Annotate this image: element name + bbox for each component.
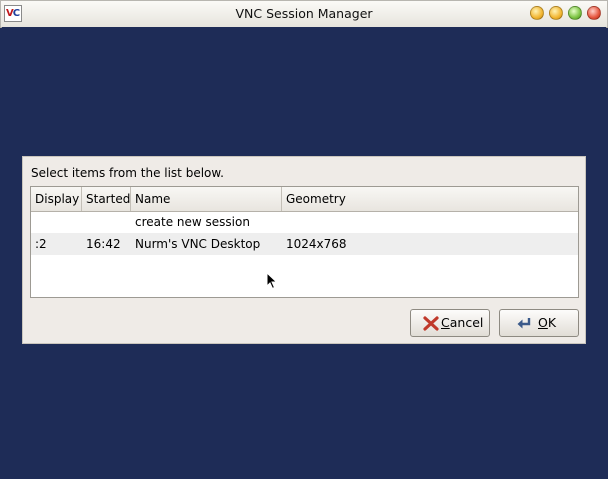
cancel-x-icon bbox=[423, 316, 439, 331]
ok-button[interactable]: OK bbox=[499, 309, 579, 337]
mouse-pointer-icon bbox=[266, 272, 278, 290]
column-header-name[interactable]: Name bbox=[131, 187, 282, 211]
column-header-display[interactable]: Display bbox=[31, 187, 82, 211]
column-header-geometry[interactable]: Geometry bbox=[282, 187, 578, 211]
ok-label: OK bbox=[538, 315, 557, 330]
list-item-session[interactable]: :2 16:42 Nurm's VNC Desktop 1024x768 bbox=[31, 233, 578, 255]
ok-enter-arrow-icon bbox=[517, 318, 531, 329]
maximize-icon[interactable] bbox=[568, 6, 582, 20]
cancel-label: Cancel bbox=[441, 315, 484, 330]
session-list[interactable]: Display Started Name Geometry create new… bbox=[30, 186, 579, 298]
cell-display: :2 bbox=[35, 237, 47, 251]
session-select-dialog: Select items from the list below. Displa… bbox=[22, 156, 586, 344]
close-icon[interactable] bbox=[587, 6, 601, 20]
cell-name: Nurm's VNC Desktop bbox=[135, 237, 261, 251]
title-bar[interactable]: VC VNC Session Manager bbox=[0, 0, 608, 28]
window-title: VNC Session Manager bbox=[235, 6, 373, 21]
list-item-create-new-session[interactable]: create new session bbox=[31, 211, 578, 233]
column-header-started[interactable]: Started bbox=[82, 187, 131, 211]
cell-started: 16:42 bbox=[86, 237, 121, 251]
dialog-prompt: Select items from the list below. bbox=[31, 166, 224, 180]
list-header: Display Started Name Geometry bbox=[31, 187, 578, 212]
shade-icon[interactable] bbox=[530, 6, 544, 20]
vnc-session-manager-window: VC VNC Session Manager Select items from… bbox=[0, 0, 608, 479]
cell-geometry: 1024x768 bbox=[286, 237, 347, 251]
cell-name: create new session bbox=[135, 215, 250, 229]
minimize-icon[interactable] bbox=[549, 6, 563, 20]
cancel-button[interactable]: Cancel bbox=[410, 309, 490, 337]
